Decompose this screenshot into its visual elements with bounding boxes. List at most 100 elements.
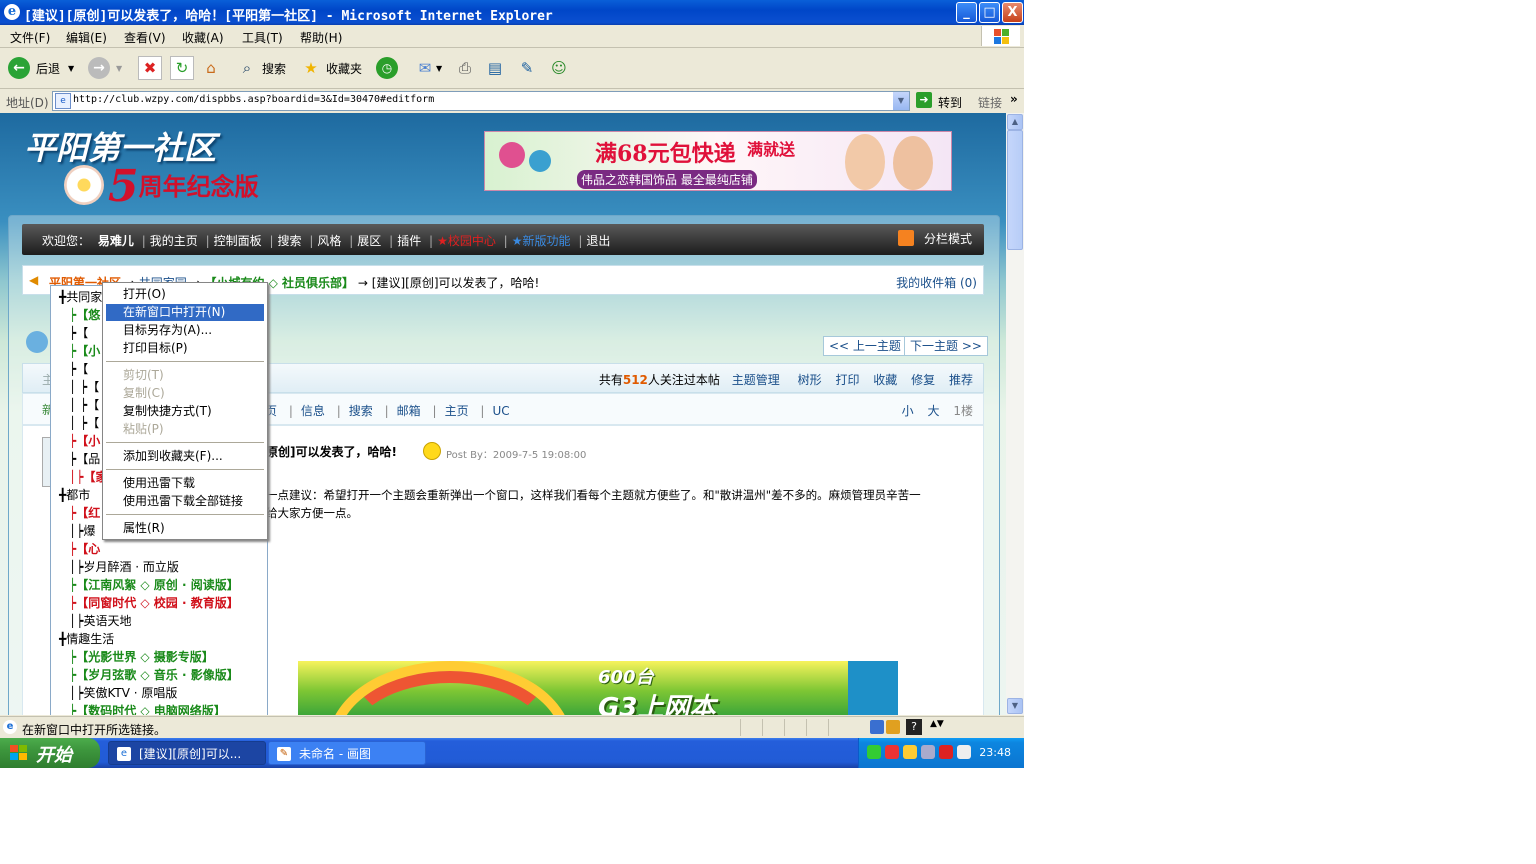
topic-manage-link[interactable]: 主题管理 <box>732 373 780 387</box>
post-link-uc[interactable]: UC <box>492 404 509 418</box>
print-link[interactable]: 打印 <box>835 373 859 387</box>
close-button[interactable]: X <box>1002 2 1023 23</box>
nav-search[interactable]: 搜索 <box>278 234 302 248</box>
post-link-home[interactable]: 主页 <box>445 404 469 418</box>
dropdown-arrow-icon[interactable]: ▼ <box>116 64 122 73</box>
back-button[interactable]: ← 后退 ▼ <box>8 54 74 82</box>
split-mode-link[interactable]: 分栏模式 <box>924 230 972 247</box>
history-button[interactable]: ◷ <box>376 54 398 82</box>
tree-item[interactable]: ╋共同家 <box>59 288 102 306</box>
nav-logout[interactable]: 退出 <box>586 234 610 248</box>
start-button[interactable]: 开始 <box>0 738 100 768</box>
tree-item[interactable]: ┝【心 <box>69 540 100 558</box>
refresh-button[interactable]: ↻ <box>170 54 194 82</box>
mail-button[interactable]: ✉ ▼ <box>414 54 442 82</box>
menu-favorites[interactable]: 收藏(A) <box>182 29 224 46</box>
menu-file[interactable]: 文件(F) <box>10 29 50 46</box>
nav-new-features[interactable]: ★新版功能 <box>512 234 571 248</box>
antivirus-icon[interactable] <box>939 745 953 759</box>
tree-item[interactable]: │┝岁月醉酒 · 而立版 <box>69 558 179 576</box>
dropdown-arrow-icon[interactable]: ▼ <box>436 64 442 73</box>
tree-item[interactable]: ┝【 <box>69 360 88 378</box>
maximize-button[interactable]: □ <box>979 2 1000 23</box>
rss-icon[interactable] <box>898 230 914 246</box>
top-banner-ad[interactable]: 满68元包快递 满就送 伟品之恋韩国饰品 最全最纯店铺 <box>484 131 952 191</box>
links-button[interactable]: 链接 <box>978 94 1002 111</box>
go-button[interactable]: 转到 <box>938 94 962 111</box>
tree-item[interactable]: ┝【品 <box>69 450 100 468</box>
inbox-link[interactable]: 我的收件箱 (0) <box>896 274 977 291</box>
next-topic-button[interactable]: 下一主题 >> <box>904 336 988 356</box>
context-menu-item[interactable]: 使用迅雷下载全部链接 <box>106 493 264 510</box>
tree-item[interactable]: ┝【同窗时代 ◇ 校园 · 教育版】 <box>69 594 239 612</box>
menu-help[interactable]: 帮助(H) <box>300 29 342 46</box>
scroll-down-icon[interactable]: ▼ <box>1007 698 1023 714</box>
tree-item[interactable]: ┝【小 <box>69 432 100 450</box>
nav-campus[interactable]: ★校园中心 <box>437 234 496 248</box>
scroll-up-icon[interactable]: ▲ <box>1007 114 1023 130</box>
tree-item[interactable]: ┝【江南风絮 ◇ 原创 · 阅读版】 <box>69 576 239 594</box>
volume-icon[interactable] <box>957 745 971 759</box>
discuss-button[interactable]: ✎ <box>516 54 538 82</box>
tree-item[interactable]: │┝爆 <box>69 522 95 540</box>
favorites-button[interactable]: ★ 收藏夹 <box>300 54 362 82</box>
tree-item[interactable]: │ ┝【 <box>69 378 99 396</box>
status-updown-icon[interactable]: ▲▼ <box>930 719 944 729</box>
nav-control-panel[interactable]: 控制面板 <box>214 234 262 248</box>
nav-style[interactable]: 风格 <box>317 234 341 248</box>
context-menu-item[interactable]: 使用迅雷下载 <box>106 475 264 492</box>
messenger-button[interactable]: ☺ <box>548 54 570 82</box>
go-arrow-icon[interactable]: ➜ <box>916 92 932 108</box>
favorite-link[interactable]: 收藏 <box>873 373 897 387</box>
print-button[interactable]: ⎙ <box>454 54 476 82</box>
forward-button[interactable]: → ▼ <box>88 54 122 82</box>
post-link-mail[interactable]: 邮箱 <box>397 404 421 418</box>
network-icon[interactable] <box>921 745 935 759</box>
minimize-button[interactable]: _ <box>956 2 977 23</box>
tree-item[interactable]: ┝【 <box>69 324 88 342</box>
context-menu-item[interactable]: 属性(R) <box>106 520 264 537</box>
context-menu-item[interactable]: 打印目标(P) <box>106 340 264 357</box>
font-big-link[interactable]: 大 <box>928 404 940 418</box>
context-menu-item[interactable]: 目标另存为(A)... <box>106 322 264 339</box>
menu-view[interactable]: 查看(V) <box>124 29 166 46</box>
search-button[interactable]: ⌕ 搜索 <box>236 54 286 82</box>
tray-icon[interactable] <box>867 745 881 759</box>
tree-item[interactable]: ┝【小 <box>69 342 100 360</box>
help-icon[interactable]: ? <box>906 719 922 735</box>
font-small-link[interactable]: 小 <box>902 404 914 418</box>
chevron-right-icon[interactable]: » <box>1010 92 1018 106</box>
address-dropdown-icon[interactable]: ▼ <box>893 92 909 110</box>
qq-icon[interactable] <box>885 745 899 759</box>
nav-plugins[interactable]: 插件 <box>397 234 421 248</box>
menu-edit[interactable]: 编辑(E) <box>66 29 107 46</box>
tree-item[interactable]: ╋情趣生活 <box>59 630 114 648</box>
nav-showcase[interactable]: 展区 <box>357 234 381 248</box>
address-url[interactable]: http://club.wzpy.com/dispbbs.asp?boardid… <box>73 94 434 105</box>
context-menu-item[interactable]: 复制快捷方式(T) <box>106 403 264 420</box>
repair-link[interactable]: 修复 <box>911 373 935 387</box>
tree-item[interactable]: │┝笑傲KTV · 原唱版 <box>69 684 177 702</box>
nav-my-home[interactable]: 我的主页 <box>150 234 198 248</box>
post-link-search[interactable]: 搜索 <box>349 404 373 418</box>
context-menu-item[interactable]: 打开(O) <box>106 286 264 303</box>
status-tool-icon[interactable] <box>886 720 900 734</box>
edit-button[interactable]: ▤ <box>484 54 506 82</box>
home-button[interactable]: ⌂ <box>200 54 222 82</box>
context-menu-item[interactable]: 添加到收藏夹(F)... <box>106 448 264 465</box>
username-link[interactable]: 易难儿 <box>98 234 134 248</box>
qq-icon[interactable] <box>903 745 917 759</box>
address-input[interactable]: e http://club.wzpy.com/dispbbs.asp?board… <box>52 91 910 111</box>
tree-item[interactable]: │ ┝【 <box>69 414 99 432</box>
recommend-link[interactable]: 推荐 <box>949 373 973 387</box>
scroll-thumb[interactable] <box>1007 130 1023 250</box>
bottom-banner-ad[interactable]: 600台 G3上网本 <box>298 661 898 715</box>
tree-item[interactable]: ┝【红 <box>69 504 100 522</box>
title-bar[interactable]: e [建议][原创]可以发表了，哈哈！[平阳第一社区] - Microsoft … <box>0 0 1024 25</box>
tree-item[interactable]: │ ┝【 <box>69 396 99 414</box>
taskbar-item-ie[interactable]: e [建议][原创]可以... <box>108 741 266 765</box>
taskbar-item-paint[interactable]: ✎ 未命名 - 画图 <box>268 741 426 765</box>
prev-topic-button[interactable]: << 上一主题 <box>823 336 907 356</box>
tree-item[interactable]: │┝英语天地 <box>69 612 131 630</box>
context-menu-item[interactable]: 在新窗口中打开(N) <box>106 304 264 321</box>
